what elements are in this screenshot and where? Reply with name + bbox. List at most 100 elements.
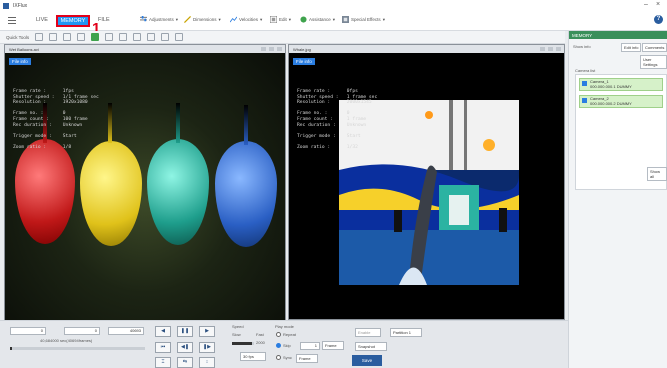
current-frame-input[interactable]: 0 [64, 327, 100, 335]
show-info-toggle[interactable]: Show info [573, 44, 591, 49]
sync-label: Sync [283, 355, 292, 360]
camera-checkbox[interactable] [582, 98, 587, 103]
skip-unit-select[interactable]: Frame [322, 341, 344, 350]
ruler-icon [184, 16, 191, 23]
rewind-button[interactable]: ◀ [155, 326, 171, 337]
mirror-icon[interactable] [133, 33, 142, 41]
adjust-icon [140, 16, 147, 22]
tab-live[interactable]: LIVE [36, 17, 48, 23]
menu-label: Adjustments [149, 17, 174, 22]
viewer-title: Wet Balloons.avi [9, 46, 39, 52]
step-back-button[interactable]: ◀❚ [177, 342, 193, 353]
play-button[interactable]: ▶ [199, 326, 215, 337]
viewer-balloons[interactable]: Wet Balloons.avi File info Frame rate : … [4, 44, 286, 320]
menu-adjustments[interactable]: Adjustments ▾ [140, 16, 178, 23]
sync-radio[interactable] [276, 355, 281, 360]
speed-slow-label: Slow [232, 332, 241, 337]
camera-checkbox[interactable] [582, 81, 587, 86]
enable-button[interactable]: Enable [355, 328, 381, 337]
chart-icon [230, 16, 237, 23]
file-info-overlay: Frame rate : 1fps Shutter speed : 1/1 fr… [13, 89, 99, 150]
speed-label: Speed [232, 324, 244, 329]
sync-unit-select[interactable]: Frame [296, 354, 318, 363]
snapshot-button[interactable]: Snapshot [355, 342, 387, 351]
mark-in-button[interactable]: ⌶ [155, 357, 171, 368]
end-frame-input[interactable]: 40693 [108, 327, 144, 335]
layout-icon[interactable] [175, 33, 184, 41]
user-settings-button[interactable]: User Settings [640, 55, 667, 69]
menu-label: Special Effects [351, 17, 381, 22]
title-bar: IXFlux – × [0, 0, 667, 11]
camera-list-label: Camera list [575, 68, 596, 73]
viewer-close-icon[interactable] [556, 47, 561, 51]
zoom-icon[interactable] [49, 33, 58, 41]
camera-item[interactable]: Camera_2 000.000.000.2 DUMMY [579, 95, 663, 108]
effects-icon [342, 16, 349, 23]
help-icon[interactable]: ? [654, 15, 663, 24]
seek-slider[interactable] [10, 347, 145, 350]
tab-memory[interactable]: MEMORY [56, 15, 90, 27]
minimize-icon[interactable]: – [644, 1, 648, 8]
hamburger-menu-icon[interactable] [8, 17, 16, 24]
menu-label: Edit [279, 17, 287, 22]
fps-select[interactable]: 30 fps [240, 352, 266, 361]
stop-button[interactable]: ↕ [199, 357, 215, 368]
edit-icon [270, 16, 277, 23]
zoom-in-icon[interactable] [63, 33, 72, 41]
fit-icon[interactable] [91, 33, 100, 41]
move-icon[interactable] [35, 33, 44, 41]
pause-button[interactable]: ❚❚ [177, 326, 193, 337]
skip-label: Skip [283, 343, 291, 348]
viewer-maximize-icon[interactable] [548, 47, 553, 51]
menu-edit[interactable]: Edit ▾ [270, 16, 291, 23]
edit-info-button[interactable]: Edit info [621, 43, 642, 52]
viewer-maximize-icon[interactable] [269, 47, 274, 51]
close-icon[interactable]: × [656, 1, 660, 8]
speed-slider[interactable] [232, 342, 254, 345]
file-info-button[interactable]: File info [9, 58, 31, 65]
grid-icon[interactable] [161, 33, 170, 41]
first-frame-button[interactable]: ⏮ [155, 342, 171, 353]
partition-select[interactable]: Partition 1 [390, 328, 422, 337]
playback-controls: 0 0 40693 40,684000 sec(40694frames) ◀ ❚… [0, 320, 568, 368]
crop-icon[interactable] [147, 33, 156, 41]
viewer-title: Whale.jpg [293, 46, 311, 52]
viewer-minimize-icon[interactable] [540, 47, 545, 51]
step-forward-button[interactable]: ❚▶ [199, 342, 215, 353]
app-logo-icon [3, 2, 9, 9]
rotate-icon[interactable] [105, 33, 114, 41]
show-all-button[interactable]: Show all [647, 167, 667, 181]
memory-panel: MEMORY Show info Edit info Comments User… [568, 31, 667, 368]
repeat-label: Repeat [283, 332, 296, 337]
menu-dimensions[interactable]: Dimensions ▾ [184, 16, 221, 23]
camera-address: 000.000.000.1 DUMMY [590, 84, 632, 89]
teal-balloon [147, 139, 209, 245]
viewer-header: Wet Balloons.avi [5, 45, 285, 53]
save-button[interactable]: Save [352, 355, 382, 366]
file-info-overlay: Frame rate : 0fps Shutter speed : 1 fram… [297, 89, 378, 150]
skip-radio[interactable] [276, 343, 281, 348]
camera-item[interactable]: Camera_1 000.000.000.1 DUMMY [579, 78, 663, 91]
menu-label: Dimensions [193, 17, 217, 22]
zoom-out-icon[interactable] [77, 33, 86, 41]
red-balloon [15, 139, 75, 244]
speed-fast-label: Fast [256, 332, 264, 337]
skip-count-input[interactable]: 1 [300, 342, 320, 350]
repeat-radio[interactable] [276, 332, 281, 337]
menu-assistance[interactable]: Assistance ▾ [300, 16, 335, 23]
start-frame-input[interactable]: 0 [10, 327, 46, 335]
viewer-close-icon[interactable] [277, 47, 282, 51]
comments-button[interactable]: Comments [642, 43, 667, 52]
viewer-minimize-icon[interactable] [261, 47, 266, 51]
menu-special-effects[interactable]: Special Effects ▾ [342, 16, 385, 23]
menu-label: Velocities [239, 17, 259, 22]
viewer-whale[interactable]: Whale.jpg File info Frame rate: 0fps Sh… [288, 44, 565, 320]
menu-velocities[interactable]: Velocities ▾ [230, 16, 262, 23]
mark-out-button[interactable]: ⇆ [177, 357, 193, 368]
blue-balloon [215, 141, 277, 247]
flip-icon[interactable] [119, 33, 128, 41]
quick-tools-bar: Quick Tools [0, 31, 565, 44]
file-info-button[interactable]: File info [293, 58, 315, 65]
memory-panel-header: MEMORY [569, 31, 667, 39]
quick-tools-label: Quick Tools [6, 34, 30, 40]
